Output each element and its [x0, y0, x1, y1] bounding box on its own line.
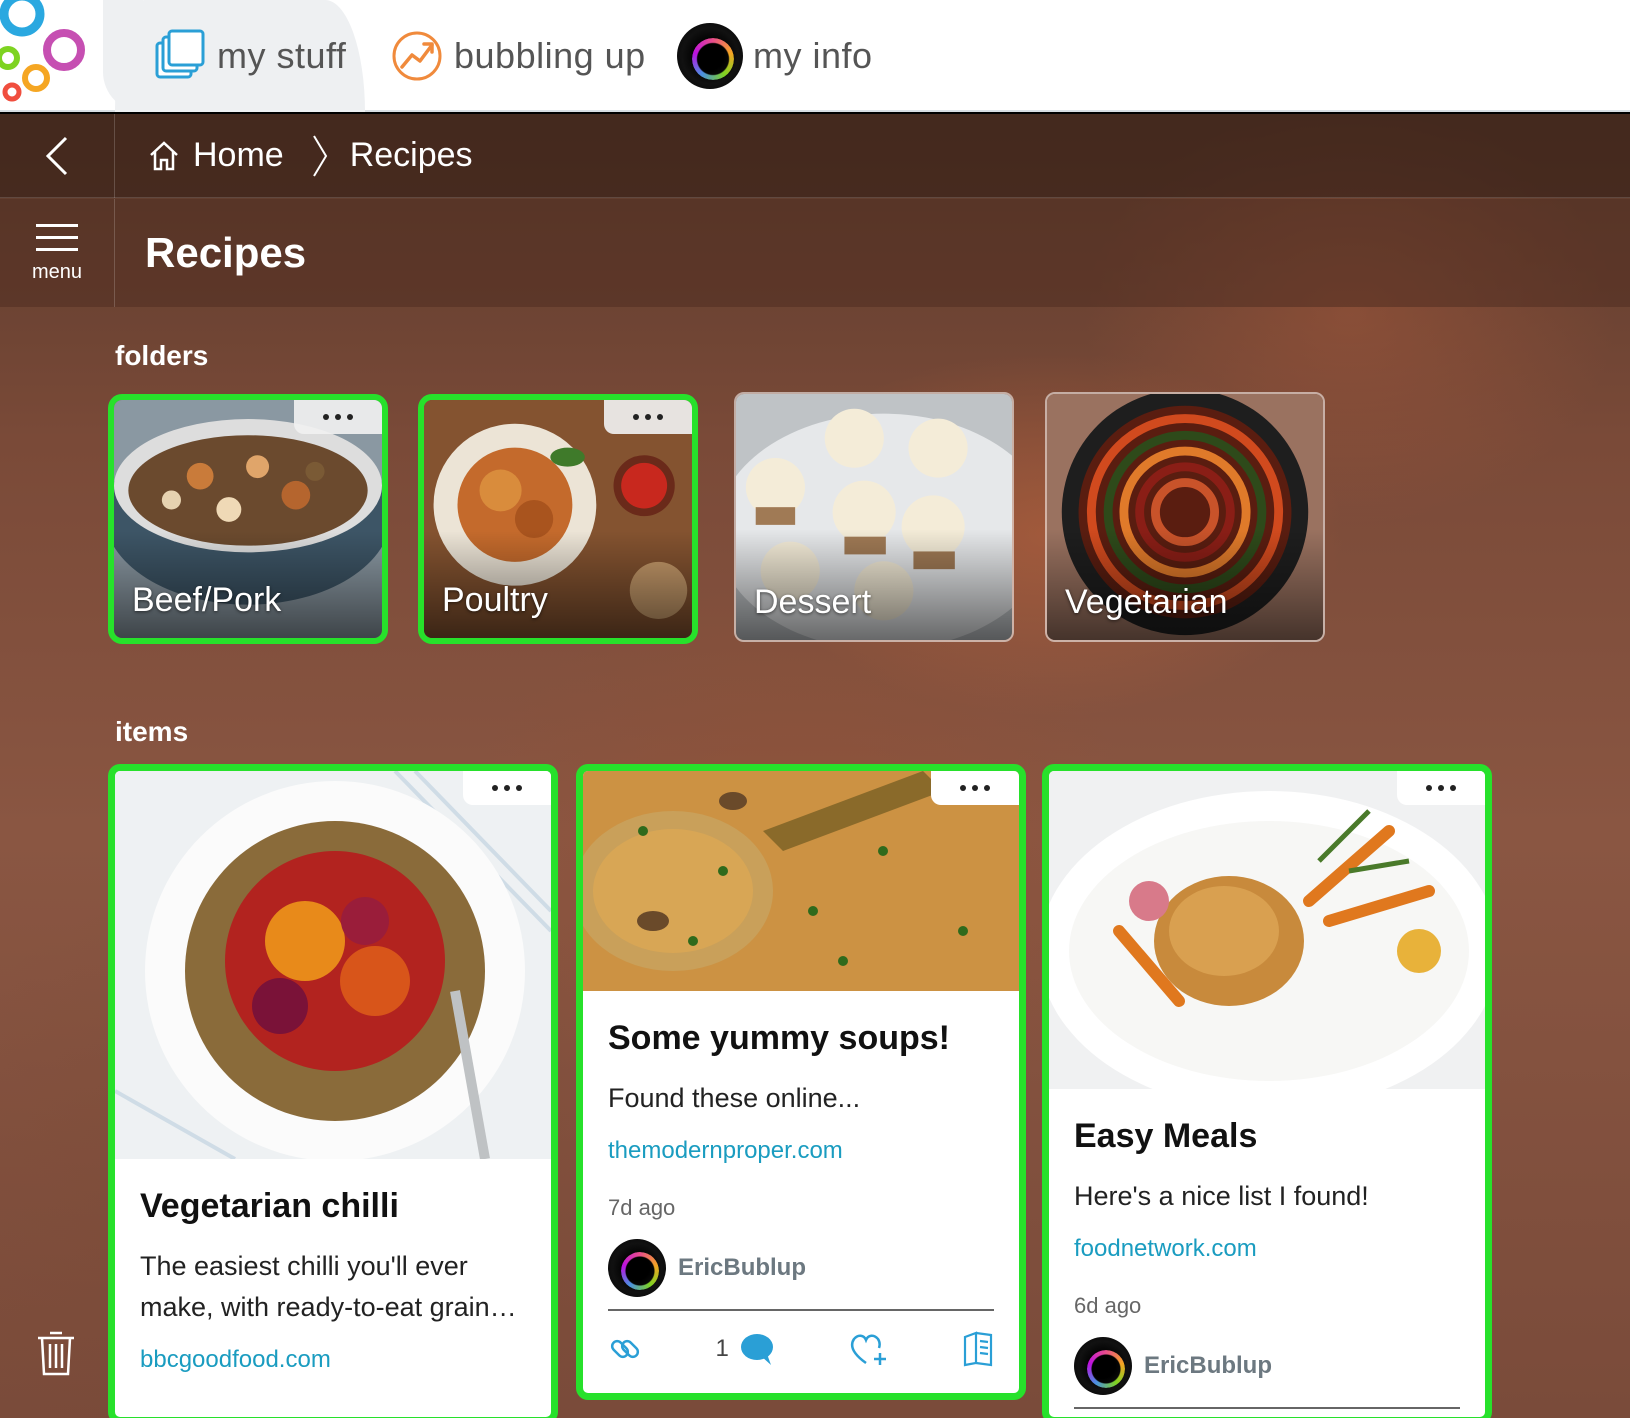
title-bar: menu Recipes: [0, 199, 1630, 307]
folder-name: Dessert: [754, 583, 872, 621]
folder-dessert[interactable]: Dessert: [734, 392, 1014, 642]
home-icon: [150, 140, 178, 170]
item-link[interactable]: foodnetwork.com: [1074, 1235, 1460, 1263]
comment-bubble-icon: [740, 1334, 773, 1365]
top-tab-bar: my stuff bubbling up my info: [0, 0, 1630, 112]
item-card-soups[interactable]: Some yummy soups! Found these online... …: [576, 764, 1026, 1400]
item-actions: 1: [608, 1311, 994, 1375]
breadcrumb-home-label: Home: [193, 136, 284, 174]
tab-label: my stuff: [217, 35, 347, 76]
breadcrumb: Home Recipes: [0, 113, 1630, 198]
item-title: Easy Meals: [1074, 1117, 1258, 1155]
folder-name: Vegetarian: [1065, 583, 1228, 621]
tab-label: bubbling up: [454, 35, 646, 76]
comments-button[interactable]: 1: [716, 1332, 775, 1366]
stack-icon: [155, 29, 205, 79]
more-options-button[interactable]: [604, 400, 692, 434]
item-card-easy-meals[interactable]: Easy Meals Here's a nice list I found! f…: [1042, 764, 1492, 1418]
avatar: [1074, 1337, 1132, 1395]
item-link[interactable]: bbcgoodfood.com: [140, 1346, 526, 1374]
breadcrumb-current: Recipes: [350, 136, 473, 175]
folders-heading: folders: [115, 340, 209, 371]
chevron-right-icon: [312, 134, 327, 177]
item-card-vegetarian-chilli[interactable]: Vegetarian chilli The easiest chilli you…: [108, 764, 558, 1418]
chevron-left-icon: [45, 136, 68, 175]
author-name: EricBublup: [678, 1254, 807, 1281]
item-image: [115, 771, 551, 1161]
tab-my-stuff[interactable]: my stuff: [103, 0, 365, 112]
item-description: Here's a nice list I found!: [1074, 1181, 1369, 1211]
more-options-button[interactable]: [294, 400, 382, 434]
item-timestamp: 7d ago: [608, 1195, 676, 1220]
item-author[interactable]: EricBublup: [1074, 1337, 1460, 1395]
open-book-icon[interactable]: [962, 1331, 994, 1367]
more-options-button[interactable]: [1397, 771, 1485, 805]
comment-count: 1: [715, 1335, 729, 1362]
breadcrumb-home[interactable]: Home: [147, 136, 284, 175]
link-icon[interactable]: [608, 1332, 642, 1366]
heart-add-icon[interactable]: [848, 1331, 888, 1367]
item-link[interactable]: themodernproper.com: [608, 1137, 994, 1165]
tab-my-info[interactable]: my info: [677, 0, 873, 112]
divider: [1074, 1407, 1460, 1409]
page-title: Recipes: [145, 229, 307, 276]
more-options-button[interactable]: [463, 771, 551, 805]
folder-beef-pork[interactable]: Beef/Pork: [108, 394, 388, 644]
item-title: Some yummy soups!: [608, 1019, 950, 1057]
hamburger-icon: [36, 223, 78, 251]
bublup-logo[interactable]: [0, 0, 120, 112]
item-timestamp: 6d ago: [1074, 1293, 1142, 1318]
folder-name: Beef/Pork: [132, 581, 282, 619]
item-title: Vegetarian chilli: [140, 1187, 399, 1225]
author-name: EricBublup: [1144, 1352, 1273, 1379]
item-image: [1049, 771, 1485, 1111]
item-image: [583, 771, 1019, 991]
items-heading: items: [115, 716, 189, 747]
avatar: [677, 23, 743, 89]
folder-vegetarian[interactable]: Vegetarian: [1045, 392, 1325, 642]
item-author[interactable]: EricBublup: [608, 1239, 994, 1297]
menu-button[interactable]: menu: [0, 199, 115, 307]
tab-label: my info: [753, 35, 873, 76]
back-button[interactable]: [0, 113, 115, 198]
more-options-button[interactable]: [931, 771, 1019, 805]
menu-label: menu: [31, 260, 83, 283]
item-description: Found these online...: [608, 1083, 861, 1113]
trash-icon[interactable]: [34, 1328, 78, 1378]
tab-bubbling-up[interactable]: bubbling up: [390, 0, 646, 112]
avatar: [608, 1239, 666, 1297]
folder-poultry[interactable]: Poultry: [418, 394, 698, 644]
item-description: The easiest chilli you'll ever make, wit…: [140, 1251, 517, 1322]
folder-name: Poultry: [442, 581, 548, 619]
trending-icon: [392, 31, 442, 81]
breadcrumb-current-label: Recipes: [349, 136, 473, 174]
